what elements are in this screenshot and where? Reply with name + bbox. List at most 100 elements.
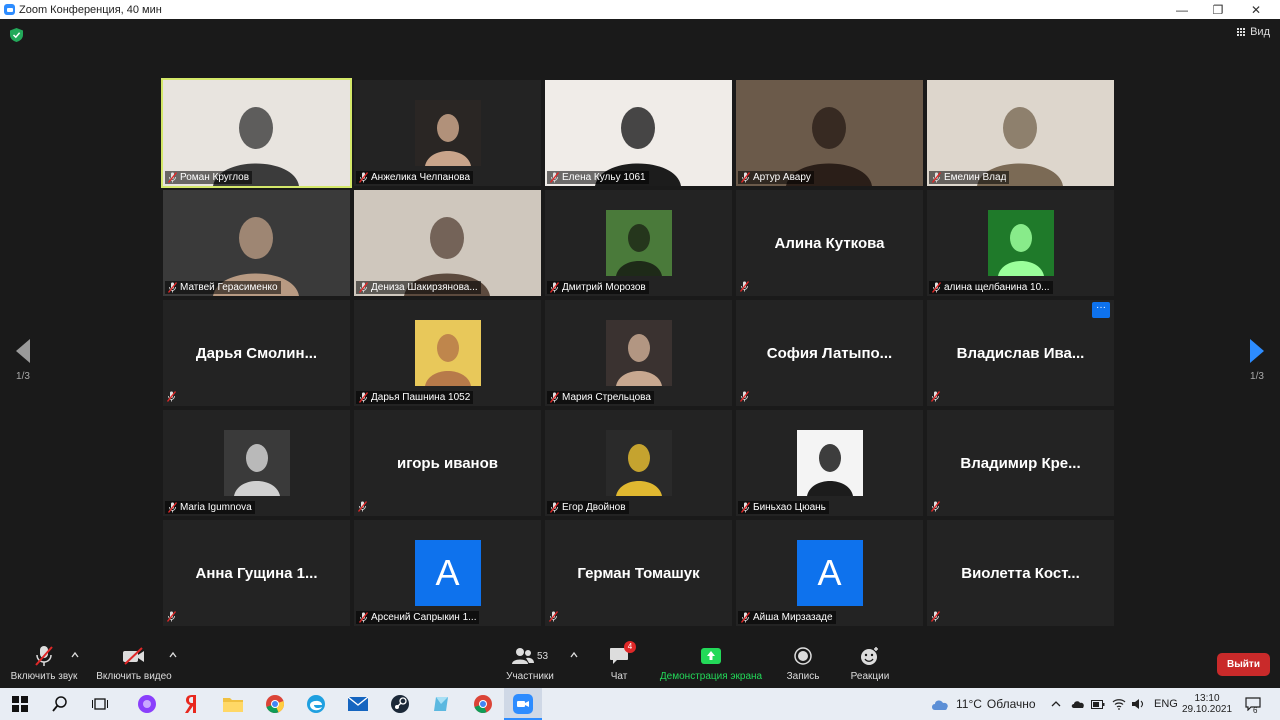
participant-tile[interactable]: Артур Авару	[736, 80, 923, 186]
participant-more-options-button[interactable]: ···	[1092, 302, 1110, 318]
participant-tile[interactable]: Анна Гущина 1...	[163, 520, 350, 626]
window-titlebar: Zoom Конференция, 40 мин — ❐ ✕	[0, 0, 1280, 19]
onedrive-cloud-icon	[1071, 700, 1084, 708]
participant-name-label: Роман Круглов	[165, 171, 253, 184]
taskbar-file-explorer[interactable]	[222, 693, 244, 715]
participants-icon	[511, 648, 534, 664]
reactions-button[interactable]: Реакции	[848, 645, 892, 685]
participant-display-name: Владислав Ива...	[956, 344, 1085, 362]
tray-expand-button[interactable]	[1051, 688, 1061, 720]
wifi-icon	[1112, 699, 1126, 710]
participant-tile[interactable]: Елена Кульу 1061	[545, 80, 732, 186]
participant-tile[interactable]: Владислав Ива... ···	[927, 300, 1114, 406]
participant-tile[interactable]: Роман Круглов	[161, 78, 352, 188]
notification-center-button[interactable]: 6	[1245, 688, 1261, 720]
participant-tile[interactable]: Емелин Влад	[927, 80, 1114, 186]
start-video-label: Включить видео	[96, 671, 172, 682]
taskbar-yandex-browser[interactable]	[181, 693, 203, 715]
participant-tile[interactable]: Владимир Кре...	[927, 410, 1114, 516]
muted-microphone-icon	[168, 172, 177, 183]
task-view-button[interactable]	[89, 693, 111, 715]
participant-tile[interactable]: Егор Двойнов	[545, 410, 732, 516]
participants-count: 53	[536, 650, 549, 662]
participants-options-chevron-up-icon[interactable]	[570, 651, 578, 659]
participant-name: Биньхао Цюань	[753, 502, 826, 513]
participant-tile[interactable]: Maria Igumnova	[163, 410, 350, 516]
participant-tile[interactable]: алина щелбанина 10...	[927, 190, 1114, 296]
participant-tile[interactable]: Виолетта Кост...	[927, 520, 1114, 626]
participant-tile[interactable]: Матвей Герасименко	[163, 190, 350, 296]
muted-microphone-icon	[741, 172, 750, 183]
tray-battery[interactable]	[1091, 688, 1105, 720]
muted-microphone-icon	[931, 611, 940, 622]
share-screen-button[interactable]: Демонстрация экрана	[656, 645, 766, 685]
participant-tile[interactable]: Мария Стрельцова	[545, 300, 732, 406]
participant-display-name: Алина Куткова	[774, 234, 885, 252]
participant-name: Арсений Сапрыкин 1...	[371, 612, 477, 623]
search-icon	[52, 696, 67, 712]
previous-page-button[interactable]: 1/3	[8, 339, 38, 382]
security-shield-icon[interactable]	[10, 28, 23, 42]
participant-tile[interactable]: Дениза Шакирзянова...	[354, 190, 541, 296]
windows-start-button[interactable]	[9, 693, 31, 715]
taskbar-app-crystal[interactable]	[430, 693, 452, 715]
leave-meeting-button[interactable]: Выйти	[1217, 653, 1270, 676]
participant-tile[interactable]: Биньхао Цюань	[736, 410, 923, 516]
maximize-button[interactable]: ❐	[1200, 0, 1236, 19]
taskbar-chrome-profile[interactable]	[472, 693, 494, 715]
participant-name: Maria Igumnova	[180, 502, 252, 513]
audio-options-chevron-up-icon[interactable]	[71, 651, 79, 659]
taskbar-steam[interactable]	[389, 693, 411, 715]
participant-tile[interactable]: Алина Куткова	[736, 190, 923, 296]
unmute-label: Включить звук	[10, 671, 78, 682]
participant-tile[interactable]: Дарья Смолин...	[163, 300, 350, 406]
record-button[interactable]: Запись	[782, 645, 824, 685]
participant-tile[interactable]: Герман Томашук	[545, 520, 732, 626]
yandex-icon	[185, 695, 196, 713]
chevron-up-icon	[1051, 701, 1061, 707]
participant-tile[interactable]: Анжелика Челпанова	[354, 80, 541, 186]
participant-tile[interactable]: Дарья Пашнина 1052	[354, 300, 541, 406]
taskbar-alice-app[interactable]	[136, 693, 158, 715]
tray-wifi[interactable]	[1112, 688, 1126, 720]
taskbar-mail[interactable]	[347, 693, 369, 715]
participants-button[interactable]: 53 Участники	[502, 645, 558, 685]
close-button[interactable]: ✕	[1238, 0, 1274, 19]
clock-time: 13:10	[1194, 693, 1220, 704]
view-button[interactable]: Вид	[1237, 26, 1270, 38]
participant-name-label: Дмитрий Морозов	[547, 281, 649, 294]
crystal-app-icon	[434, 697, 448, 711]
meeting-toolbar: Включить звук Включить видео 53 Участник…	[0, 639, 1280, 688]
next-page-button[interactable]: 1/3	[1242, 339, 1272, 382]
video-options-chevron-up-icon[interactable]	[169, 651, 177, 659]
view-label: Вид	[1250, 26, 1270, 38]
weather-widget[interactable]: 11°C Облачно	[930, 688, 1036, 720]
taskbar-zoom-active[interactable]	[504, 688, 542, 720]
start-video-button[interactable]: Включить видео	[94, 645, 174, 685]
tray-onedrive[interactable]	[1071, 688, 1085, 720]
unmute-button[interactable]: Включить звук	[8, 645, 80, 685]
participant-display-name: Дарья Смолин...	[195, 344, 318, 362]
participant-tile[interactable]: A Айша Мирзазаде	[736, 520, 923, 626]
weather-temperature: 11°C	[956, 697, 982, 711]
minimize-button[interactable]: —	[1164, 0, 1200, 19]
input-language[interactable]: ENG	[1154, 688, 1178, 720]
participant-photo	[987, 210, 1054, 276]
taskbar-chrome[interactable]	[264, 693, 286, 715]
tray-volume[interactable]	[1131, 688, 1145, 720]
participant-avatar: A	[414, 540, 481, 606]
participant-tile[interactable]: Дмитрий Морозов	[545, 190, 732, 296]
record-label: Запись	[786, 671, 820, 682]
participant-name-label: Елена Кульу 1061	[547, 171, 649, 184]
taskbar-search-button[interactable]	[49, 693, 71, 715]
taskbar-edge[interactable]	[305, 693, 327, 715]
participant-tile[interactable]: игорь иванов	[354, 410, 541, 516]
clock[interactable]: 13:10 29.10.2021	[1182, 688, 1232, 720]
grid-view-icon	[1237, 27, 1246, 37]
muted-microphone-icon	[168, 282, 177, 293]
participant-name: Елена Кульу 1061	[562, 172, 646, 183]
participant-tile[interactable]: A Арсений Сапрыкин 1...	[354, 520, 541, 626]
muted-microphone-icon	[932, 172, 941, 183]
participant-tile[interactable]: София Латыпо...	[736, 300, 923, 406]
chat-button[interactable]: 4 Чат	[604, 641, 636, 685]
